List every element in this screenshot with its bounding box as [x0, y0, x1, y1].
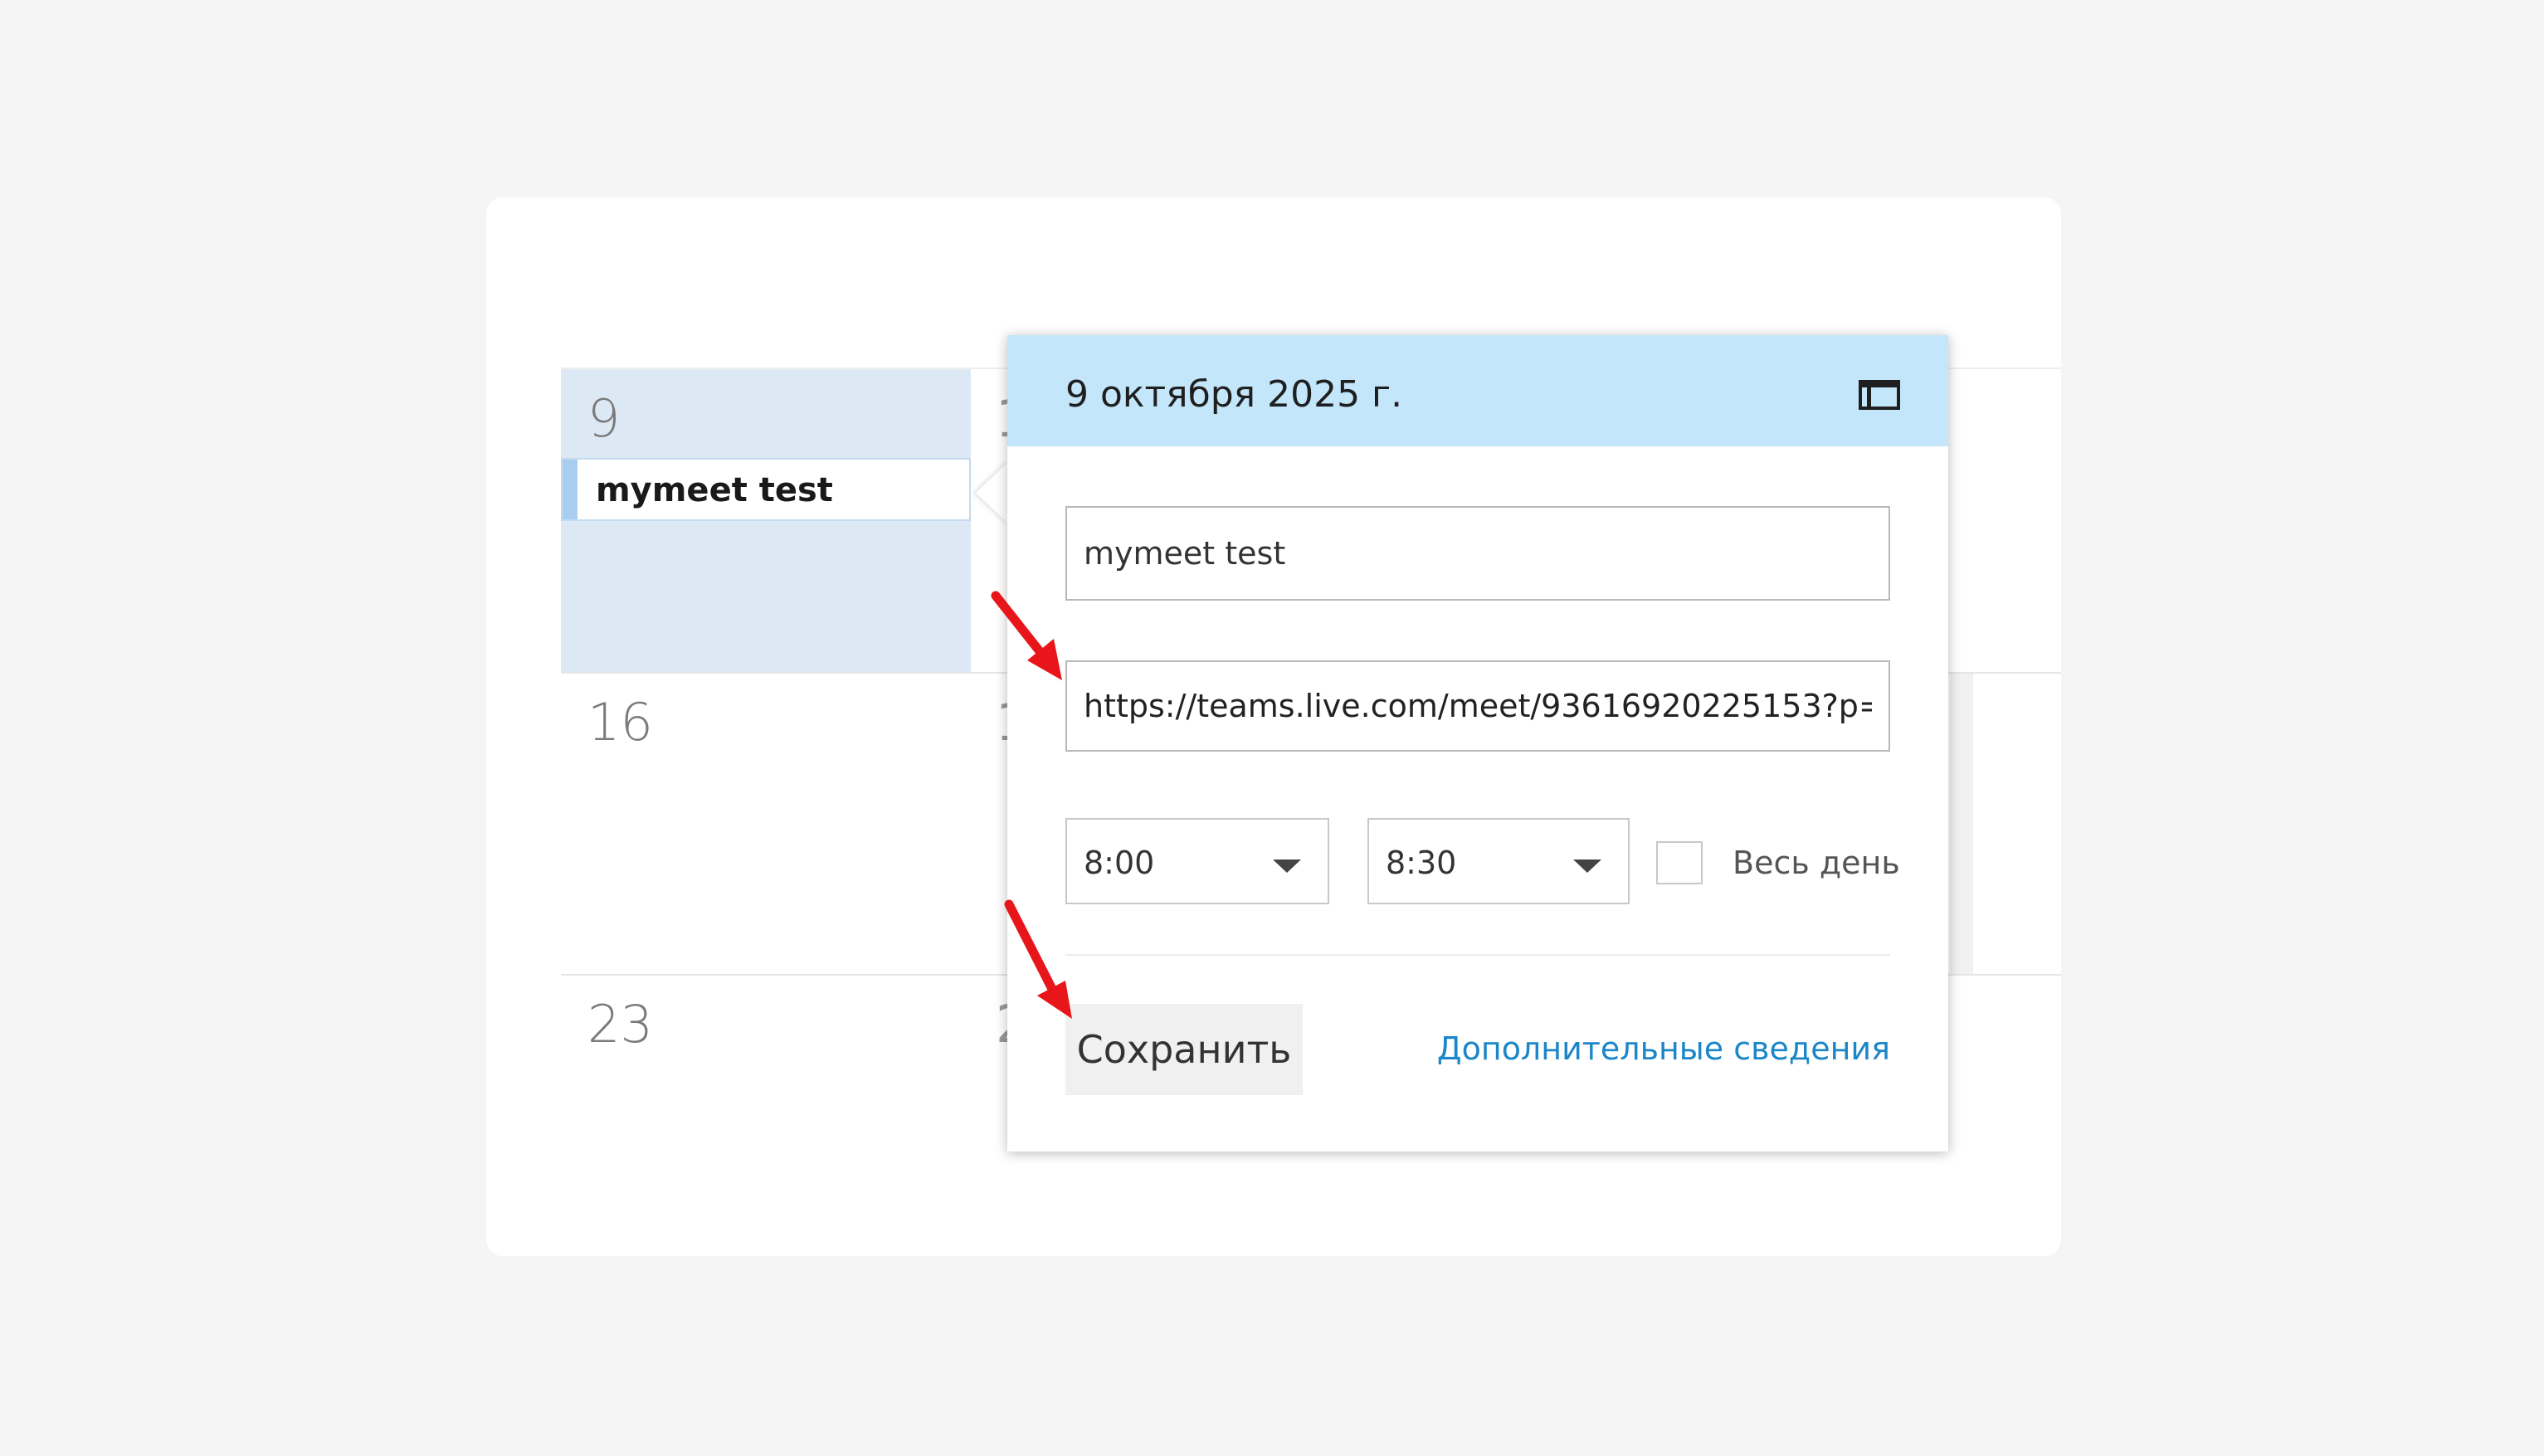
- event-color-bar: [563, 460, 578, 519]
- popup-header: 9 октября 2025 г.: [1007, 335, 1948, 446]
- peek-day-number: 2: [996, 999, 1007, 1050]
- event-location-input[interactable]: [1065, 660, 1890, 752]
- start-time-value: 8:00: [1084, 845, 1155, 881]
- chevron-down-icon: [1273, 859, 1301, 873]
- popup-caret: [976, 461, 1009, 524]
- event-title-input[interactable]: [1065, 506, 1890, 601]
- all-day-label[interactable]: Весь день: [1733, 845, 1900, 881]
- popup-date: 9 октября 2025 г.: [1065, 373, 1403, 416]
- end-time-select[interactable]: 8:30: [1367, 818, 1630, 904]
- all-day-checkbox[interactable]: [1656, 841, 1703, 884]
- day-number-23: 23: [587, 994, 653, 1054]
- calendar-event[interactable]: mymeet test: [561, 458, 971, 521]
- more-details-link[interactable]: Дополнительные сведения: [1437, 1030, 1890, 1067]
- day-cell-peek: [1950, 674, 1973, 974]
- day-number-9: 9: [587, 388, 621, 449]
- peek-day-number: 1: [996, 393, 1007, 445]
- save-button[interactable]: Сохранить: [1065, 1004, 1303, 1095]
- day-number-16: 16: [587, 692, 653, 752]
- end-time-value: 8:30: [1386, 845, 1457, 881]
- event-popup: 9 октября 2025 г. 8:00 8:30 Весь день Со…: [1007, 335, 1948, 1152]
- chevron-down-icon: [1573, 859, 1601, 873]
- peek-day-number: 1: [996, 697, 1007, 748]
- expand-icon[interactable]: [1859, 378, 1900, 411]
- popup-divider: [1065, 954, 1890, 956]
- start-time-select[interactable]: 8:00: [1065, 818, 1329, 904]
- event-title: mymeet test: [596, 471, 833, 509]
